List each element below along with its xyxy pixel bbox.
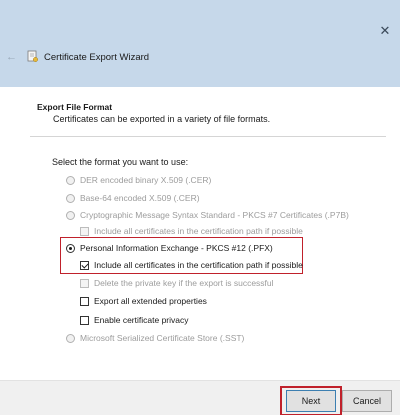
cancel-button[interactable]: Cancel (342, 390, 392, 412)
divider (30, 136, 386, 137)
next-button[interactable]: Next (286, 390, 336, 412)
checkbox-export-extended[interactable] (80, 296, 89, 306)
option-certificate-privacy[interactable]: Enable certificate privacy (80, 315, 189, 325)
header-panel (0, 87, 400, 138)
checkbox-certificate-privacy[interactable] (80, 315, 89, 325)
checkbox-pfx-include-path[interactable] (80, 260, 89, 270)
option-pkcs7[interactable]: Cryptographic Message Syntax Standard - … (66, 210, 349, 220)
option-pfx-label: Personal Information Exchange - PKCS #12… (80, 243, 273, 253)
option-base64[interactable]: Base-64 encoded X.509 (.CER) (66, 193, 200, 203)
option-pfx-include-path-label: Include all certificates in the certific… (94, 260, 303, 270)
option-pkcs7-include-path-label: Include all certificates in the certific… (94, 226, 303, 236)
option-pfx[interactable]: Personal Information Exchange - PKCS #12… (66, 243, 273, 253)
option-sst-label: Microsoft Serialized Certificate Store (… (80, 333, 245, 343)
radio-base64[interactable] (66, 193, 75, 203)
section-title: Export File Format (37, 102, 113, 112)
option-base64-label: Base-64 encoded X.509 (.CER) (80, 193, 200, 203)
certificate-icon (27, 50, 38, 62)
checkbox-pkcs7-include-path[interactable] (80, 226, 89, 236)
radio-pfx[interactable] (66, 243, 75, 253)
title-bar: ✕ ← Certificate Export Wizard (0, 0, 400, 87)
back-arrow-icon[interactable]: ← (6, 51, 20, 63)
option-der[interactable]: DER encoded binary X.509 (.CER) (66, 175, 211, 185)
radio-der[interactable] (66, 175, 75, 185)
window-title: Certificate Export Wizard (44, 52, 150, 63)
option-delete-private-key[interactable]: Delete the private key if the export is … (80, 278, 274, 288)
option-pkcs7-include-path[interactable]: Include all certificates in the certific… (80, 226, 303, 236)
option-pkcs7-label: Cryptographic Message Syntax Standard - … (80, 210, 349, 220)
radio-pkcs7[interactable] (66, 210, 75, 220)
option-sst[interactable]: Microsoft Serialized Certificate Store (… (66, 333, 244, 343)
option-export-extended-label: Export all extended properties (94, 296, 207, 306)
option-pfx-include-path[interactable]: Include all certificates in the certific… (80, 260, 303, 270)
close-icon[interactable]: ✕ (378, 24, 392, 38)
option-export-extended[interactable]: Export all extended properties (80, 296, 207, 306)
format-prompt: Select the format you want to use: (52, 157, 189, 167)
checkbox-delete-private-key[interactable] (80, 278, 89, 288)
option-certificate-privacy-label: Enable certificate privacy (94, 315, 189, 325)
option-delete-private-key-label: Delete the private key if the export is … (94, 278, 274, 288)
section-description: Certificates can be exported in a variet… (53, 114, 271, 124)
radio-sst[interactable] (66, 333, 75, 343)
option-der-label: DER encoded binary X.509 (.CER) (80, 175, 212, 185)
